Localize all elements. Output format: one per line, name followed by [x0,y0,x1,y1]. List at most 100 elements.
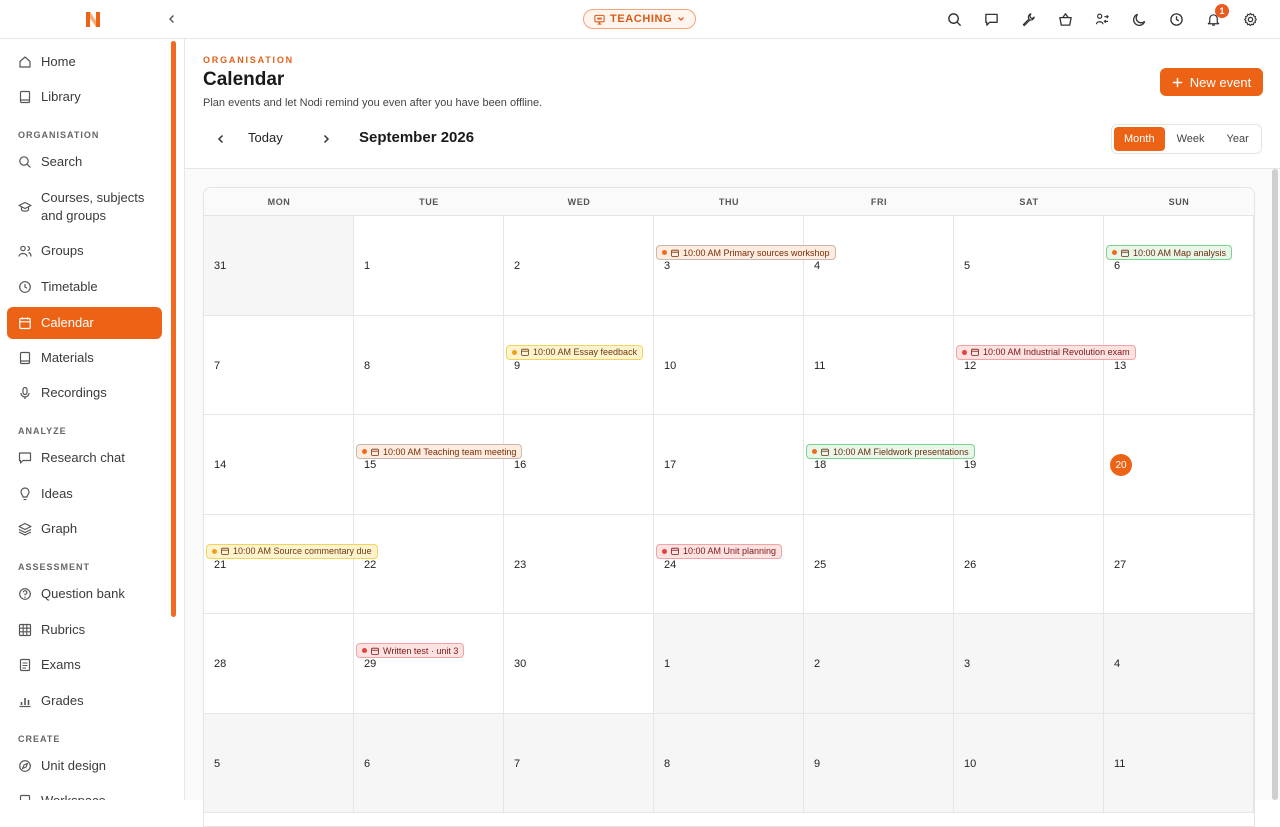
mode-switcher[interactable]: TEACHING [583,9,697,29]
calendar-event[interactable]: 10:00 AM Primary sources workshop [656,245,836,260]
sidebar-scrollbar[interactable] [171,41,176,617]
sidebar-item-label: Question bank [41,586,125,601]
calendar-day-cell[interactable]: 5 [954,216,1104,316]
calendar-event[interactable]: Written test · unit 3 [356,643,465,658]
calendar-day-cell[interactable]: 24 [654,514,804,614]
sidebar-item-research-chat[interactable]: Research chat [7,442,162,474]
users-switch-icon[interactable] [1092,8,1112,30]
calendar-day-cell[interactable]: 18 [804,415,954,515]
calendar-event[interactable]: 10:00 AM Unit planning [656,543,783,559]
sidebar-item-library[interactable]: Library [7,81,162,113]
sidebar-item-label: Groups [41,243,84,258]
calendar-day-cell[interactable]: 1 [354,216,504,316]
bell-icon[interactable]: 1 [1203,4,1229,30]
sidebar-item-search[interactable]: Search [7,146,162,178]
calendar-day-cell[interactable]: 2 [804,614,954,714]
calendar-day-cell[interactable]: 9 [804,713,954,813]
sidebar-item-courses[interactable]: Courses, subjects and groups [7,185,162,229]
calendar-day-cell[interactable]: 6 [354,713,504,813]
document-icon [18,658,32,672]
calendar-day-cell[interactable]: 27 [1104,514,1254,614]
calendar-day-cell[interactable]: 8 [354,315,504,415]
calendar-day-cell[interactable]: 10 [954,713,1104,813]
nodi-logo[interactable] [83,9,103,29]
calendar-day-cell[interactable]: 4 [1104,614,1254,714]
calendar-day-cell-today[interactable]: 20 [1104,415,1254,515]
gear-icon[interactable] [1240,8,1260,30]
calendar-day-cell[interactable]: 30 [504,614,654,714]
moon-icon[interactable] [1129,8,1149,30]
sidebar-item-label: Graph [41,521,78,536]
calendar-day-cell[interactable]: 8 [654,713,804,813]
calendar-day-cell[interactable]: 2 [504,216,654,316]
calendar-day-cell[interactable]: 14 [204,415,354,515]
wrench-icon[interactable] [1018,8,1038,30]
calendar-event[interactable]: 10:00 AM Essay feedback [506,344,644,360]
calendar-day-cell[interactable]: 7 [204,315,354,415]
sidebar-item-home[interactable]: Home [7,46,162,78]
calendar-day-cell[interactable]: 10 [654,315,804,415]
calendar-day-cell[interactable]: 28 [204,614,354,714]
calendar-day-cell[interactable]: 7 [504,713,654,813]
calendar-day-cell[interactable]: 4 [804,216,954,316]
view-year-button[interactable]: Year [1217,127,1259,151]
calendar-day-cell[interactable]: 31 [204,216,354,316]
sidebar-item-graph[interactable]: Graph [7,513,162,545]
calendar-day-cell[interactable]: 26 [954,514,1104,614]
view-month-button[interactable]: Month [1114,127,1165,151]
calendar-event[interactable]: 10:00 AM Source commentary due [206,543,378,559]
sidebar-item-materials[interactable]: Materials [7,342,162,374]
sidebar-item-rubrics[interactable]: Rubrics [7,614,162,646]
book-icon [18,351,32,365]
calendar-day-cell[interactable]: 25 [804,514,954,614]
calendar-event[interactable]: 10:00 AM Map analysis [1106,245,1233,260]
calendar-day-cell[interactable]: 13 [1104,315,1254,415]
sidebar-item-recordings[interactable]: Recordings [7,377,162,409]
sidebar-item-timetable[interactable]: Timetable [7,271,162,303]
day-number: 7 [514,757,521,770]
calendar-event[interactable]: 10:00 AM Fieldwork presentations [806,444,975,459]
calendar-day-cell[interactable]: 5 [204,713,354,813]
sidebar-item-ideas[interactable]: Ideas [7,478,162,510]
calendar-day-cell[interactable]: 3 [954,614,1104,714]
next-month-button[interactable] [316,129,336,149]
sidebar-item-groups[interactable]: Groups [7,235,162,267]
calendar-event[interactable]: 10:00 AM Teaching team meeting [356,444,523,459]
calendar-day-cell[interactable]: 11 [804,315,954,415]
calendar-day-cell[interactable]: 15 [354,415,504,515]
calendar-day-cell[interactable]: 19 [954,415,1104,515]
sidebar-item-calendar[interactable]: Calendar [7,307,162,339]
new-event-button[interactable]: New event [1160,68,1263,96]
calendar-day-cell[interactable]: 23 [504,514,654,614]
chat-icon[interactable] [981,8,1001,30]
sidebar-item-unit-design[interactable]: Unit design [7,750,162,782]
calendar-day-cell[interactable]: 12 [954,315,1104,415]
calendar-day-cell[interactable]: 17 [654,415,804,515]
chevron-down-icon [678,17,685,21]
calendar-day-cell[interactable]: 11 [1104,713,1254,813]
day-number: 31 [214,260,227,272]
calendar-day-cell[interactable]: 6 [1104,216,1254,316]
calendar-day-cell[interactable]: 21 [204,514,354,614]
sidebar-item-grades[interactable]: Grades [7,685,162,717]
calendar-day-cell[interactable]: 1 [654,614,804,714]
history-icon[interactable] [1166,8,1186,30]
calendar-day-cell[interactable]: 9 [504,315,654,415]
today-button[interactable]: Today [248,130,283,145]
search-icon[interactable] [944,8,964,30]
day-number: 12 [964,359,977,372]
collapse-sidebar-button[interactable] [162,9,182,29]
calendar-day-cell[interactable]: 16 [504,415,654,515]
previous-month-button[interactable] [211,129,231,149]
sidebar-item-workspace[interactable]: Workspace [7,785,162,800]
view-week-button[interactable]: Week [1167,127,1215,151]
calendar-day-cell[interactable]: 29 [354,614,504,714]
sidebar-item-question-bank[interactable]: Question bank [7,578,162,610]
day-number: 23 [514,558,527,571]
sidebar-item-exams[interactable]: Exams [7,649,162,681]
calendar-day-cell[interactable]: 22 [354,514,504,614]
calendar-day-cell[interactable]: 3 [654,216,804,316]
main-scrollbar[interactable] [1272,169,1278,800]
calendar-event[interactable]: 10:00 AM Industrial Revolution exam [956,344,1136,360]
basket-icon[interactable] [1055,8,1075,30]
